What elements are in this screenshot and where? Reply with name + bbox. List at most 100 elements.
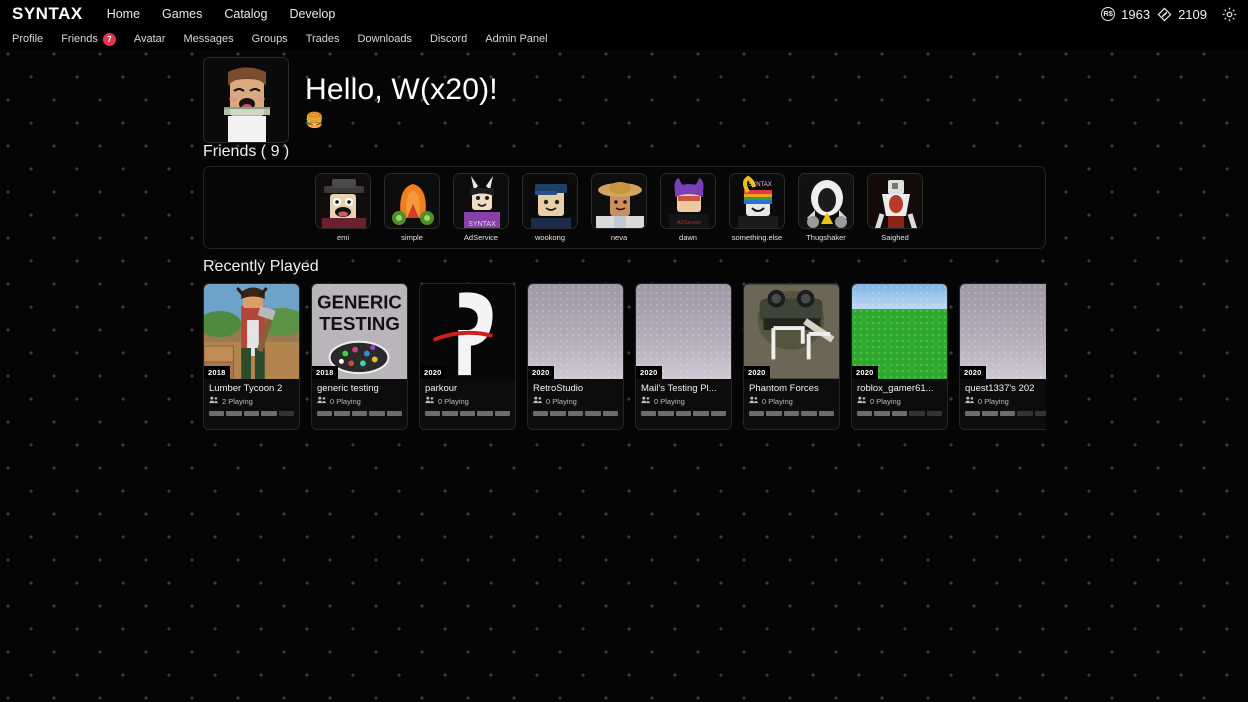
rating-segment	[818, 411, 835, 416]
friend-item[interactable]: wookong	[521, 173, 579, 242]
subnav-item-messages[interactable]: Messages	[183, 33, 233, 45]
game-title: parkour	[425, 383, 458, 394]
tix-icon	[1157, 7, 1172, 22]
subnav-item-admin-panel[interactable]: Admin Panel	[485, 33, 547, 45]
game-rating-bar	[425, 411, 511, 416]
game-title: quest1337's 202	[965, 383, 1035, 394]
status-emoji: 🍔	[305, 112, 324, 129]
game-playing-count: 2 Playing	[209, 396, 294, 406]
game-year-badge: 2020	[528, 366, 554, 379]
game-card[interactable]: 2020 quest1337's 202 0 Playing	[959, 283, 1046, 430]
friend-item[interactable]: neva	[590, 173, 648, 242]
game-year-badge: 2020	[420, 366, 446, 379]
subnav-item-groups[interactable]: Groups	[252, 33, 288, 45]
rating-segment	[675, 411, 692, 416]
game-playing-count: 0 Playing	[533, 396, 618, 406]
friend-item[interactable]: emi	[314, 173, 372, 242]
nav-item-develop[interactable]: Develop	[289, 7, 335, 21]
game-year-badge: 2020	[636, 366, 662, 379]
nav-item-home[interactable]: Home	[107, 7, 140, 21]
subnav-label: Friends	[61, 33, 98, 45]
friend-name: simple	[401, 233, 423, 242]
rating-segment	[243, 411, 260, 416]
rating-segment	[926, 411, 943, 416]
rating-segment	[386, 411, 403, 416]
game-card[interactable]: 2020 Phantom Forces 0 Playing	[743, 283, 840, 430]
game-year-badge: 2020	[852, 366, 878, 379]
people-icon	[425, 396, 435, 406]
game-rating-bar	[641, 411, 727, 416]
rating-segment	[369, 411, 385, 416]
rating-segment	[550, 411, 566, 416]
svg-text:TESTING: TESTING	[319, 313, 400, 334]
game-thumbnail: 2020	[960, 284, 1046, 379]
friend-item[interactable]: SYNTAX AdService	[452, 173, 510, 242]
game-playing-count: 0 Playing	[641, 396, 726, 406]
greeting-block: Hello, W(x20)! 🍔	[305, 57, 498, 143]
friend-avatar: ADService	[660, 173, 716, 229]
subnav-item-avatar[interactable]: Avatar	[134, 33, 166, 45]
nav-item-catalog[interactable]: Catalog	[224, 7, 267, 21]
svg-text:SYNTAX: SYNTAX	[748, 182, 772, 188]
game-card-body: quest1337's 202 0 Playing	[960, 379, 1046, 421]
rating-segment	[766, 411, 782, 416]
game-card[interactable]: 2020 RetroStudio 0 Playing	[527, 283, 624, 430]
game-rating-bar	[857, 411, 943, 416]
game-playing-count: 0 Playing	[857, 396, 942, 406]
friend-name: emi	[336, 233, 350, 242]
playing-label: 0 Playing	[762, 396, 793, 406]
rating-segment	[641, 411, 657, 416]
game-title: Lumber Tycoon 2	[209, 383, 283, 394]
friend-avatar	[867, 173, 923, 229]
game-thumbnail: 2020	[528, 284, 623, 379]
game-card[interactable]: 2020 roblox_gamer61... 0 Playing	[851, 283, 948, 430]
friends-count-badge: 7	[102, 32, 116, 46]
game-year-badge: 2020	[960, 366, 986, 379]
game-thumbnail: 2018	[204, 284, 299, 379]
friend-name: Thugshaker	[806, 233, 846, 242]
game-card[interactable]: GENERIC TESTING 2018 generic testing 0 Pla…	[311, 283, 408, 430]
people-icon	[209, 396, 219, 406]
friend-avatar: SYNTAX	[729, 173, 785, 229]
game-card-body: RetroStudio 0 Playing	[528, 379, 623, 421]
primary-nav-row: SYNTAX Home Games Catalog Develop R$ 1963 2…	[0, 0, 1248, 28]
rating-segment	[602, 411, 619, 416]
secondary-nav-row: Profile Friends 7 Avatar Messages Groups Trade…	[0, 28, 1248, 50]
game-title: RetroStudio	[533, 383, 584, 394]
people-icon	[965, 396, 975, 406]
rating-segment	[749, 411, 765, 416]
rating-segment	[999, 411, 1016, 416]
site-logo[interactable]: SYNTAX	[12, 4, 83, 24]
subnav-item-profile[interactable]: Profile	[12, 33, 43, 45]
game-card-body: Phantom Forces 0 Playing	[744, 379, 839, 421]
nav-item-games[interactable]: Games	[162, 7, 202, 21]
tix-amount: 2109	[1178, 6, 1207, 22]
robux-balance[interactable]: R$ 1963	[1101, 7, 1150, 22]
game-card[interactable]: 2020 parkour 0 Playing	[419, 283, 516, 430]
friend-item[interactable]: SYNTAX something.else	[728, 173, 786, 242]
rating-segment	[261, 411, 277, 416]
game-card-body: parkour 0 Playing	[420, 379, 515, 421]
subnav-label: Downloads	[357, 33, 412, 45]
main-nav: Home Games Catalog Develop	[107, 7, 336, 21]
friend-item[interactable]: ADService dawn	[659, 173, 717, 242]
game-card[interactable]: 2018 Lumber Tycoon 2 2 Playing	[203, 283, 300, 430]
friend-item[interactable]: simple	[383, 173, 441, 242]
subnav-item-friends[interactable]: Friends 7	[61, 32, 116, 46]
avatar[interactable]	[203, 57, 289, 143]
friend-item[interactable]: Thugshaker	[797, 173, 855, 242]
game-card-body: Lumber Tycoon 2 2 Playing	[204, 379, 299, 421]
friend-item[interactable]: Saighed	[866, 173, 924, 242]
rating-segment	[494, 411, 511, 416]
friends-panel[interactable]: emi simple SYNTAX AdService wookong neva ADSer…	[203, 166, 1046, 249]
game-card[interactable]: 2020 Mail's Testing Pl... 0 Playing	[635, 283, 732, 430]
rating-segment	[351, 411, 368, 416]
tix-balance[interactable]: 2109	[1157, 7, 1207, 22]
subnav-item-discord[interactable]: Discord	[430, 33, 467, 45]
rating-segment	[226, 411, 242, 416]
page-title: Hello, W(x20)!	[305, 73, 498, 106]
robux-icon: R$	[1101, 7, 1116, 21]
subnav-item-trades[interactable]: Trades	[306, 33, 340, 45]
gear-icon[interactable]	[1221, 6, 1238, 23]
subnav-item-downloads[interactable]: Downloads	[358, 33, 412, 45]
